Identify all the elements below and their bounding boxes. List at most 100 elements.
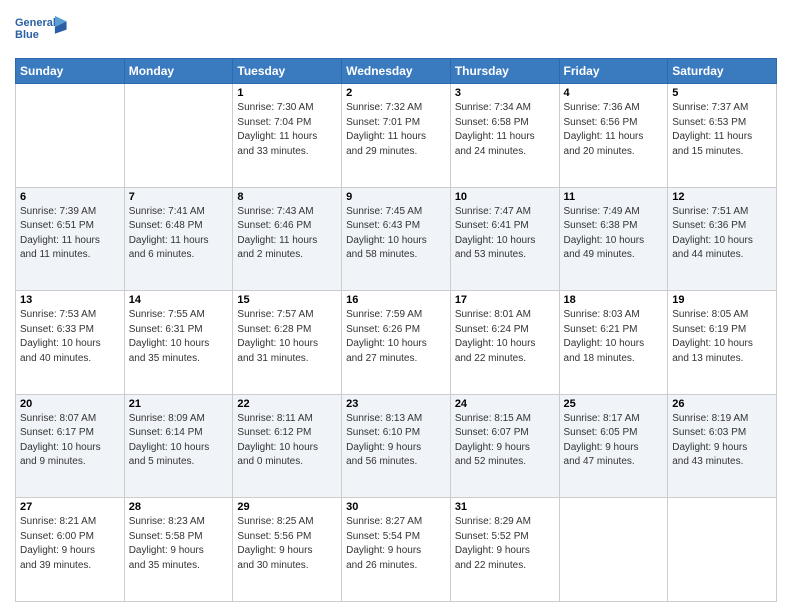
day-number: 5 <box>672 87 772 99</box>
day-info: Sunrise: 7:49 AM Sunset: 6:38 PM Dayligh… <box>564 205 664 263</box>
day-cell: 2 Sunrise: 7:32 AM Sunset: 7:01 PM Daylig… <box>342 84 451 188</box>
day-info: Sunrise: 8:13 AM Sunset: 6:10 PM Dayligh… <box>346 412 446 470</box>
week-row-5: 27 Sunrise: 8:21 AM Sunset: 6:00 PM Dayli… <box>16 498 777 602</box>
day-cell: 27 Sunrise: 8:21 AM Sunset: 6:00 PM Dayli… <box>16 498 125 602</box>
day-number: 16 <box>346 294 446 306</box>
day-info: Sunrise: 7:55 AM Sunset: 6:31 PM Dayligh… <box>129 308 229 366</box>
day-cell: 13 Sunrise: 7:53 AM Sunset: 6:33 PM Dayli… <box>16 291 125 395</box>
calendar-header: SundayMondayTuesdayWednesdayThursdayFrid… <box>16 59 777 84</box>
day-cell: 12 Sunrise: 7:51 AM Sunset: 6:36 PM Dayli… <box>668 187 777 291</box>
page: GeneralBlue SundayMondayTuesdayWednesday… <box>0 0 792 612</box>
day-cell: 4 Sunrise: 7:36 AM Sunset: 6:56 PM Daylig… <box>559 84 668 188</box>
day-number: 22 <box>237 398 337 410</box>
day-number: 17 <box>455 294 555 306</box>
day-info: Sunrise: 8:21 AM Sunset: 6:00 PM Dayligh… <box>20 515 120 573</box>
day-number: 23 <box>346 398 446 410</box>
day-cell: 3Sunrise: 7:34 AM Sunset: 6:58 PM Daylig… <box>450 84 559 188</box>
day-cell: 31 Sunrise: 8:29 AM Sunset: 5:52 PM Dayli… <box>450 498 559 602</box>
day-cell: 18 Sunrise: 8:03 AM Sunset: 6:21 PM Dayli… <box>559 291 668 395</box>
day-cell: 11 Sunrise: 7:49 AM Sunset: 6:38 PM Dayli… <box>559 187 668 291</box>
day-cell <box>668 498 777 602</box>
day-number: 4 <box>564 87 664 99</box>
day-number: 14 <box>129 294 229 306</box>
svg-text:General: General <box>15 17 56 29</box>
day-cell <box>559 498 668 602</box>
day-number: 18 <box>564 294 664 306</box>
week-row-4: 20 Sunrise: 8:07 AM Sunset: 6:17 PM Dayli… <box>16 394 777 498</box>
day-number: 27 <box>20 501 120 513</box>
day-number: 10 <box>455 191 555 203</box>
day-info: Sunrise: 7:53 AM Sunset: 6:33 PM Dayligh… <box>20 308 120 366</box>
day-number: 31 <box>455 501 555 513</box>
day-cell: 24 Sunrise: 8:15 AM Sunset: 6:07 PM Dayli… <box>450 394 559 498</box>
weekday-sunday: Sunday <box>16 59 125 84</box>
day-info: Sunrise: 7:59 AM Sunset: 6:26 PM Dayligh… <box>346 308 446 366</box>
day-number: 25 <box>564 398 664 410</box>
day-info: Sunrise: 7:51 AM Sunset: 6:36 PM Dayligh… <box>672 205 772 263</box>
day-number: 30 <box>346 501 446 513</box>
day-info: Sunrise: 8:03 AM Sunset: 6:21 PM Dayligh… <box>564 308 664 366</box>
day-number: 8 <box>237 191 337 203</box>
day-cell: 19Sunrise: 8:05 AM Sunset: 6:19 PM Dayli… <box>668 291 777 395</box>
day-cell: 20 Sunrise: 8:07 AM Sunset: 6:17 PM Dayli… <box>16 394 125 498</box>
day-cell <box>16 84 125 188</box>
day-info: Sunrise: 7:36 AM Sunset: 6:56 PM Dayligh… <box>564 101 664 159</box>
day-number: 26 <box>672 398 772 410</box>
day-info: Sunrise: 7:37 AM Sunset: 6:53 PM Dayligh… <box>672 101 772 159</box>
day-cell: 7 Sunrise: 7:41 AM Sunset: 6:48 PM Daylig… <box>124 187 233 291</box>
day-cell: 28 Sunrise: 8:23 AM Sunset: 5:58 PM Dayli… <box>124 498 233 602</box>
week-row-3: 13 Sunrise: 7:53 AM Sunset: 6:33 PM Dayli… <box>16 291 777 395</box>
weekday-thursday: Thursday <box>450 59 559 84</box>
header: GeneralBlue <box>15 10 777 50</box>
day-number: 11 <box>564 191 664 203</box>
day-number: 24 <box>455 398 555 410</box>
day-info: Sunrise: 8:07 AM Sunset: 6:17 PM Dayligh… <box>20 412 120 470</box>
day-info: Sunrise: 8:19 AM Sunset: 6:03 PM Dayligh… <box>672 412 772 470</box>
day-cell: 26 Sunrise: 8:19 AM Sunset: 6:03 PM Dayli… <box>668 394 777 498</box>
day-number: 2 <box>346 87 446 99</box>
calendar-body: 1Sunrise: 7:30 AM Sunset: 7:04 PM Daylig… <box>16 84 777 602</box>
weekday-wednesday: Wednesday <box>342 59 451 84</box>
day-cell <box>124 84 233 188</box>
weekday-row: SundayMondayTuesdayWednesdayThursdayFrid… <box>16 59 777 84</box>
day-info: Sunrise: 8:29 AM Sunset: 5:52 PM Dayligh… <box>455 515 555 573</box>
day-info: Sunrise: 7:47 AM Sunset: 6:41 PM Dayligh… <box>455 205 555 263</box>
day-number: 15 <box>237 294 337 306</box>
weekday-friday: Friday <box>559 59 668 84</box>
day-cell: 1Sunrise: 7:30 AM Sunset: 7:04 PM Daylig… <box>233 84 342 188</box>
weekday-saturday: Saturday <box>668 59 777 84</box>
week-row-1: 1Sunrise: 7:30 AM Sunset: 7:04 PM Daylig… <box>16 84 777 188</box>
day-number: 29 <box>237 501 337 513</box>
day-info: Sunrise: 8:17 AM Sunset: 6:05 PM Dayligh… <box>564 412 664 470</box>
logo-icon: GeneralBlue <box>15 10 70 50</box>
logo: GeneralBlue <box>15 10 70 50</box>
day-cell: 17Sunrise: 8:01 AM Sunset: 6:24 PM Dayli… <box>450 291 559 395</box>
day-number: 28 <box>129 501 229 513</box>
day-cell: 29Sunrise: 8:25 AM Sunset: 5:56 PM Dayli… <box>233 498 342 602</box>
day-cell: 23 Sunrise: 8:13 AM Sunset: 6:10 PM Dayli… <box>342 394 451 498</box>
day-info: Sunrise: 8:09 AM Sunset: 6:14 PM Dayligh… <box>129 412 229 470</box>
day-info: Sunrise: 8:23 AM Sunset: 5:58 PM Dayligh… <box>129 515 229 573</box>
day-number: 9 <box>346 191 446 203</box>
day-info: Sunrise: 8:15 AM Sunset: 6:07 PM Dayligh… <box>455 412 555 470</box>
day-info: Sunrise: 8:11 AM Sunset: 6:12 PM Dayligh… <box>237 412 337 470</box>
day-info: Sunrise: 7:32 AM Sunset: 7:01 PM Dayligh… <box>346 101 446 159</box>
day-cell: 5 Sunrise: 7:37 AM Sunset: 6:53 PM Daylig… <box>668 84 777 188</box>
day-number: 19 <box>672 294 772 306</box>
day-cell: 14 Sunrise: 7:55 AM Sunset: 6:31 PM Dayli… <box>124 291 233 395</box>
day-number: 20 <box>20 398 120 410</box>
day-number: 6 <box>20 191 120 203</box>
day-cell: 9Sunrise: 7:45 AM Sunset: 6:43 PM Daylig… <box>342 187 451 291</box>
day-cell: 6 Sunrise: 7:39 AM Sunset: 6:51 PM Daylig… <box>16 187 125 291</box>
day-number: 12 <box>672 191 772 203</box>
day-info: Sunrise: 7:43 AM Sunset: 6:46 PM Dayligh… <box>237 205 337 263</box>
day-cell: 10 Sunrise: 7:47 AM Sunset: 6:41 PM Dayli… <box>450 187 559 291</box>
day-cell: 16 Sunrise: 7:59 AM Sunset: 6:26 PM Dayli… <box>342 291 451 395</box>
day-number: 13 <box>20 294 120 306</box>
day-cell: 22 Sunrise: 8:11 AM Sunset: 6:12 PM Dayli… <box>233 394 342 498</box>
day-number: 3 <box>455 87 555 99</box>
day-info: Sunrise: 7:39 AM Sunset: 6:51 PM Dayligh… <box>20 205 120 263</box>
day-number: 7 <box>129 191 229 203</box>
day-cell: 8 Sunrise: 7:43 AM Sunset: 6:46 PM Daylig… <box>233 187 342 291</box>
day-info: Sunrise: 7:41 AM Sunset: 6:48 PM Dayligh… <box>129 205 229 263</box>
